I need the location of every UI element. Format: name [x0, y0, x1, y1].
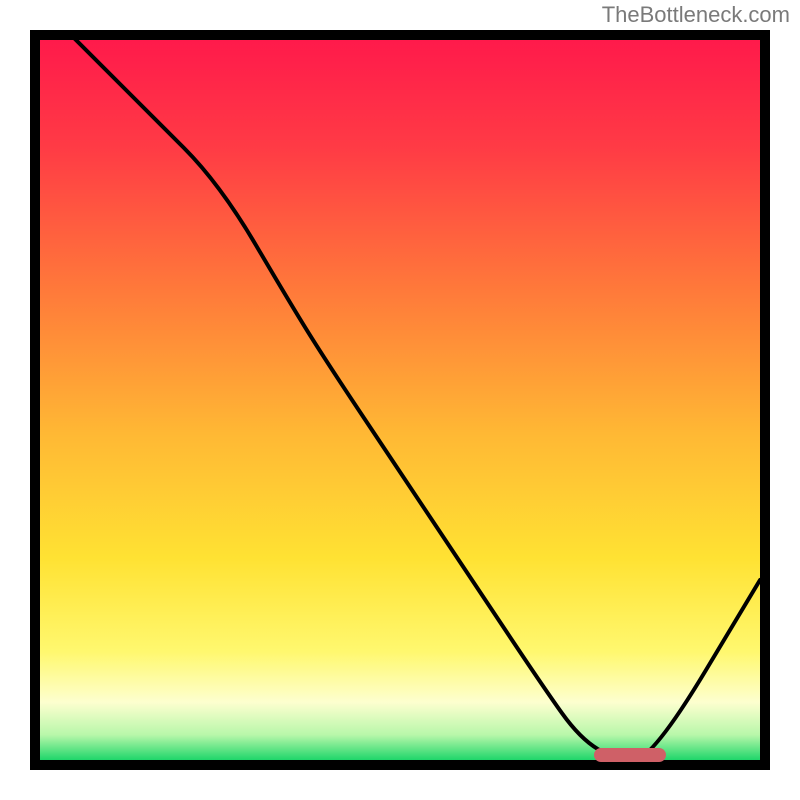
plot-area — [40, 40, 760, 760]
optimal-range-marker — [594, 748, 666, 762]
bottleneck-curve — [40, 40, 760, 760]
watermark-text: TheBottleneck.com — [602, 2, 790, 28]
chart-container: TheBottleneck.com — [0, 0, 800, 800]
plot-frame — [30, 30, 770, 770]
